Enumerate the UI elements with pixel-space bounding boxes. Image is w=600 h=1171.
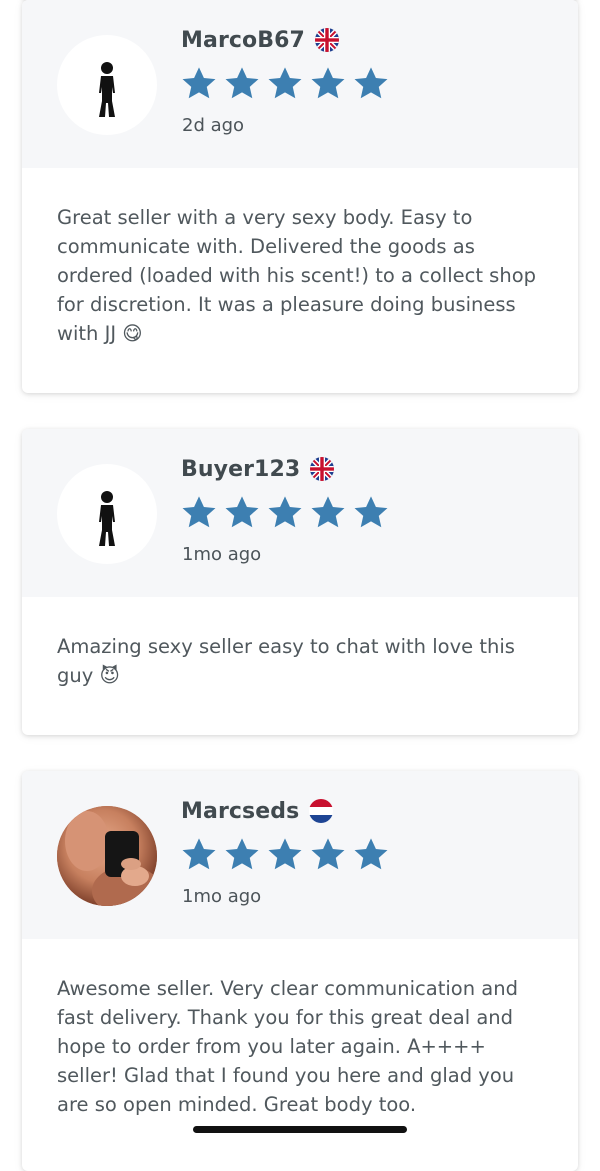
avatar[interactable] bbox=[57, 464, 157, 564]
star-icon bbox=[182, 838, 216, 870]
review-header: Buyer123 1mo ago bbox=[22, 429, 578, 597]
avatar[interactable] bbox=[57, 806, 157, 906]
review-time: 1mo ago bbox=[182, 544, 262, 565]
uk-flag-icon bbox=[314, 28, 339, 52]
star-icon bbox=[311, 67, 345, 99]
person-silhouette-icon bbox=[99, 491, 115, 546]
star-icon bbox=[268, 67, 302, 99]
star-rating bbox=[180, 494, 395, 532]
star-icon bbox=[268, 496, 302, 528]
review-time: 1mo ago bbox=[182, 886, 262, 907]
review-text: Awesome seller. Very clear communication… bbox=[57, 977, 518, 1116]
reviewer-name[interactable]: Buyer123 bbox=[181, 457, 300, 482]
review-header: Marcseds 1mo ago bbox=[22, 771, 578, 939]
star-icon bbox=[225, 838, 259, 870]
profile-photo bbox=[57, 806, 157, 906]
star-icon bbox=[225, 67, 259, 99]
review-header: MarcoB67 2d ago bbox=[22, 0, 578, 168]
star-icon bbox=[182, 67, 216, 99]
review-text: Amazing sexy seller easy to chat with lo… bbox=[57, 635, 515, 687]
reviewer-name[interactable]: MarcoB67 bbox=[181, 28, 305, 53]
uk-flag-icon bbox=[310, 457, 335, 481]
star-icon bbox=[354, 496, 388, 528]
review-card: Marcseds 1mo ago Awesome seller. Very cl… bbox=[22, 771, 578, 1171]
star-rating bbox=[180, 65, 395, 103]
netherlands-flag-icon bbox=[309, 799, 334, 823]
person-silhouette-icon bbox=[99, 62, 115, 117]
review-text: Great seller with a very sexy body. Easy… bbox=[57, 206, 537, 345]
star-icon bbox=[268, 838, 302, 870]
star-rating bbox=[180, 836, 395, 874]
star-icon bbox=[225, 496, 259, 528]
review-time: 2d ago bbox=[182, 115, 245, 136]
home-indicator[interactable] bbox=[193, 1126, 407, 1133]
review-card: MarcoB67 2d ago Great seller with a very… bbox=[22, 0, 578, 393]
reviewer-name[interactable]: Marcseds bbox=[181, 799, 299, 824]
star-icon bbox=[311, 838, 345, 870]
star-icon bbox=[354, 67, 388, 99]
avatar[interactable] bbox=[57, 35, 157, 135]
star-icon bbox=[311, 496, 345, 528]
star-icon bbox=[354, 838, 388, 870]
star-icon bbox=[182, 496, 216, 528]
review-card: Buyer123 1mo ago Amazing sexy seller eas… bbox=[22, 429, 578, 735]
